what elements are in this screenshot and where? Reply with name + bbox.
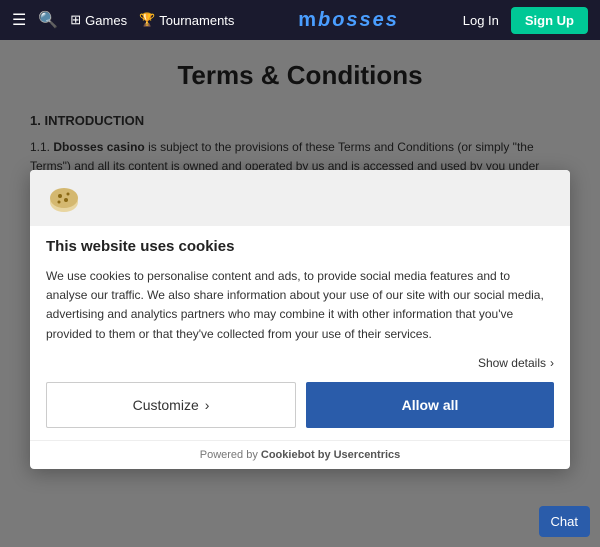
cookie-body: We use cookies to personalise content an… [30,259,570,356]
games-label: Games [85,13,127,28]
show-details-button[interactable]: Show details › [478,356,554,370]
cookie-overlay: This website uses cookies We use cookies… [0,40,600,547]
tournaments-icon: 🏆 [139,12,155,28]
allow-all-button[interactable]: Allow all [306,382,554,428]
login-button[interactable]: Log In [463,13,499,28]
navbar: ☰ 🔍 ⊞ Games 🏆 Tournaments mbosses Log In… [0,0,600,40]
cookie-header [30,170,570,226]
cookie-title: This website uses cookies [30,226,570,259]
chat-button[interactable]: Chat [539,506,590,537]
cookiebot-powered: Powered by Cookiebot by Usercentrics [30,440,570,469]
chevron-right-icon: › [550,356,554,370]
customize-button[interactable]: Customize › [46,382,296,428]
cookiebot-link[interactable]: Cookiebot by Usercentrics [261,449,400,461]
games-icon: ⊞ [70,12,81,28]
signup-button[interactable]: Sign Up [511,7,588,34]
site-logo: mbosses [246,9,450,32]
hamburger-icon[interactable]: ☰ [12,10,26,30]
main-content: Terms & Conditions 1. INTRODUCTION 1.1. … [0,40,600,547]
search-icon[interactable]: 🔍 [38,10,58,30]
tournaments-label: Tournaments [159,13,234,28]
cookie-logo-icon [46,180,82,216]
nav-tournaments[interactable]: 🏆 Tournaments [139,12,234,28]
show-details-label: Show details [478,356,546,370]
cookie-actions-row: Customize › Allow all [30,378,570,440]
chevron-right-icon-btn: › [205,397,210,413]
cookie-modal: This website uses cookies We use cookies… [30,170,570,469]
nav-games[interactable]: ⊞ Games [70,12,127,28]
